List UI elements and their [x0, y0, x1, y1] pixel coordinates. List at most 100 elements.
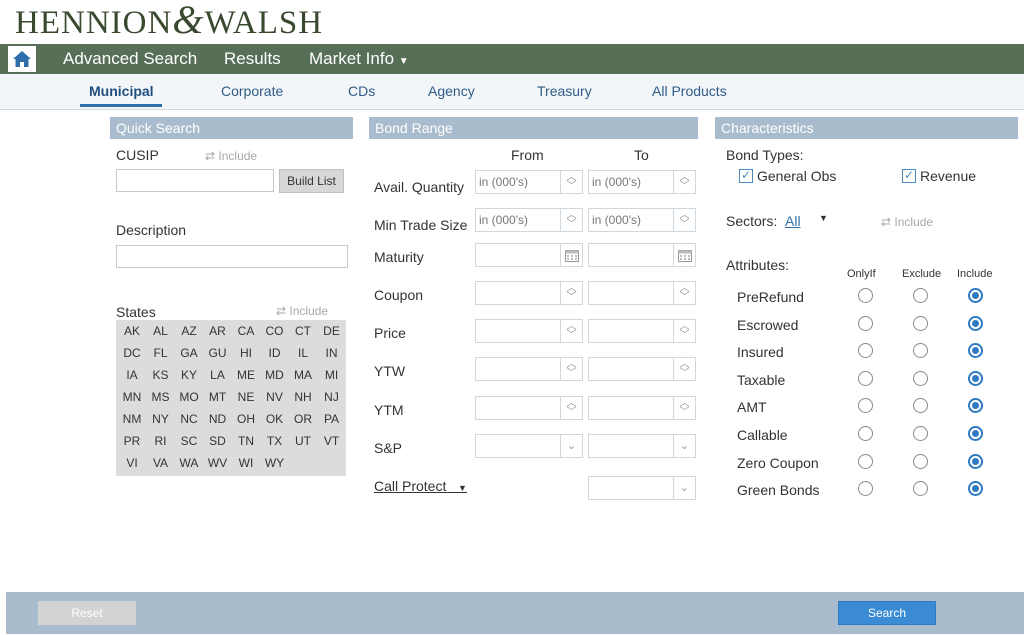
attr-radio-onlyif[interactable]	[858, 426, 873, 441]
attr-radio-include[interactable]	[968, 398, 983, 414]
state-fl[interactable]: FL	[148, 346, 174, 360]
to-field-6[interactable]: ︿ ﹀	[588, 396, 696, 420]
reset-button[interactable]: Reset	[38, 601, 136, 625]
tab-agency[interactable]: Agency	[428, 83, 475, 99]
state-nh[interactable]: NH	[290, 390, 316, 404]
state-id[interactable]: ID	[262, 346, 288, 360]
attr-radio-include[interactable]	[968, 288, 983, 303]
state-pr[interactable]: PR	[119, 434, 145, 448]
attr-radio-include[interactable]	[968, 481, 983, 497]
build-list-button[interactable]: Build List	[279, 169, 344, 193]
state-sd[interactable]: SD	[205, 434, 231, 448]
attr-radio-include[interactable]	[968, 370, 983, 386]
state-me[interactable]: ME	[233, 368, 259, 382]
to-field-5[interactable]: ︿ ﹀	[588, 357, 696, 381]
sectors-include-toggle[interactable]: ⇄ Include	[881, 215, 933, 229]
state-ok[interactable]: OK	[262, 412, 288, 426]
state-ny[interactable]: NY	[148, 412, 174, 426]
attr-radio-exclude[interactable]	[913, 288, 928, 303]
tab-corporate[interactable]: Corporate	[221, 83, 283, 99]
state-vt[interactable]: VT	[319, 434, 345, 448]
attr-radio-include[interactable]	[968, 426, 983, 441]
state-ia[interactable]: IA	[119, 368, 145, 382]
state-tx[interactable]: TX	[262, 434, 288, 448]
state-ky[interactable]: KY	[176, 368, 202, 382]
state-dc[interactable]: DC	[119, 346, 145, 360]
state-wi[interactable]: WI	[233, 456, 259, 470]
state-ri[interactable]: RI	[148, 434, 174, 448]
to-field-7[interactable]: ⌄	[588, 434, 696, 458]
state-pa[interactable]: PA	[319, 412, 345, 426]
state-mi[interactable]: MI	[319, 368, 345, 382]
state-ct[interactable]: CT	[290, 324, 316, 338]
to-field-1[interactable]: in (000's) ︿ ﹀	[588, 208, 696, 232]
state-sc[interactable]: SC	[176, 434, 202, 448]
state-nc[interactable]: NC	[176, 412, 202, 426]
state-ak[interactable]: AK	[119, 324, 145, 338]
state-in[interactable]: IN	[319, 346, 345, 360]
state-nd[interactable]: ND	[205, 412, 231, 426]
state-vi[interactable]: VI	[119, 456, 145, 470]
state-tn[interactable]: TN	[233, 434, 259, 448]
nav-results[interactable]: Results	[224, 49, 281, 69]
attr-radio-exclude[interactable]	[913, 481, 928, 497]
state-ca[interactable]: CA	[233, 324, 259, 338]
from-field-0[interactable]: in (000's) ︿ ﹀	[475, 170, 583, 194]
attr-radio-exclude[interactable]	[913, 453, 928, 469]
revenue-checkbox[interactable]: ✓	[902, 169, 916, 183]
state-mo[interactable]: MO	[176, 390, 202, 404]
attr-radio-onlyif[interactable]	[858, 315, 873, 331]
states-include-toggle[interactable]: ⇄ Include	[276, 304, 328, 318]
general-obs-checkbox[interactable]: ✓	[739, 169, 753, 183]
state-ne[interactable]: NE	[233, 390, 259, 404]
state-ma[interactable]: MA	[290, 368, 316, 382]
tab-municipal[interactable]: Municipal	[89, 83, 154, 99]
attr-radio-onlyif[interactable]	[858, 481, 873, 497]
home-button[interactable]	[6, 44, 38, 74]
state-az[interactable]: AZ	[176, 324, 202, 338]
state-gu[interactable]: GU	[205, 346, 231, 360]
state-mn[interactable]: MN	[119, 390, 145, 404]
attr-radio-onlyif[interactable]	[858, 343, 873, 359]
attr-radio-exclude[interactable]	[913, 370, 928, 386]
state-ut[interactable]: UT	[290, 434, 316, 448]
state-ar[interactable]: AR	[205, 324, 231, 338]
from-field-3[interactable]: ︿ ﹀	[475, 281, 583, 305]
state-wv[interactable]: WV	[205, 456, 231, 470]
attr-radio-exclude[interactable]	[913, 426, 928, 441]
state-nv[interactable]: NV	[262, 390, 288, 404]
to-field-4[interactable]: ︿ ﹀	[588, 319, 696, 343]
caret-down-icon[interactable]: ▼	[819, 213, 828, 223]
from-field-1[interactable]: in (000's) ︿ ﹀	[475, 208, 583, 232]
tab-treasury[interactable]: Treasury	[537, 83, 592, 99]
to-field-0[interactable]: in (000's) ︿ ﹀	[588, 170, 696, 194]
from-field-2[interactable]	[475, 243, 583, 267]
state-oh[interactable]: OH	[233, 412, 259, 426]
tab-cds[interactable]: CDs	[348, 83, 375, 99]
state-wy[interactable]: WY	[262, 456, 288, 470]
nav-advanced-search[interactable]: Advanced Search	[63, 49, 197, 69]
cusip-include-toggle[interactable]: ⇄ Include	[205, 149, 257, 163]
attr-radio-exclude[interactable]	[913, 398, 928, 414]
to-field-2[interactable]	[588, 243, 696, 267]
state-ks[interactable]: KS	[148, 368, 174, 382]
from-field-5[interactable]: ︿ ﹀	[475, 357, 583, 381]
cusip-input[interactable]	[116, 169, 274, 192]
state-nj[interactable]: NJ	[319, 390, 345, 404]
from-field-6[interactable]: ︿ ﹀	[475, 396, 583, 420]
attr-radio-include[interactable]	[968, 343, 983, 359]
attr-radio-onlyif[interactable]	[858, 288, 873, 303]
to-field-3[interactable]: ︿ ﹀	[588, 281, 696, 305]
attr-radio-onlyif[interactable]	[858, 370, 873, 386]
call-protect-select[interactable]: ⌄	[588, 476, 696, 500]
state-hi[interactable]: HI	[233, 346, 259, 360]
nav-market-info[interactable]: Market Info ▼	[309, 49, 409, 72]
state-ga[interactable]: GA	[176, 346, 202, 360]
tab-all-products[interactable]: All Products	[652, 83, 727, 99]
description-input[interactable]	[116, 245, 348, 268]
from-field-4[interactable]: ︿ ﹀	[475, 319, 583, 343]
state-co[interactable]: CO	[262, 324, 288, 338]
state-wa[interactable]: WA	[176, 456, 202, 470]
attr-radio-include[interactable]	[968, 453, 983, 469]
attr-radio-onlyif[interactable]	[858, 453, 873, 469]
